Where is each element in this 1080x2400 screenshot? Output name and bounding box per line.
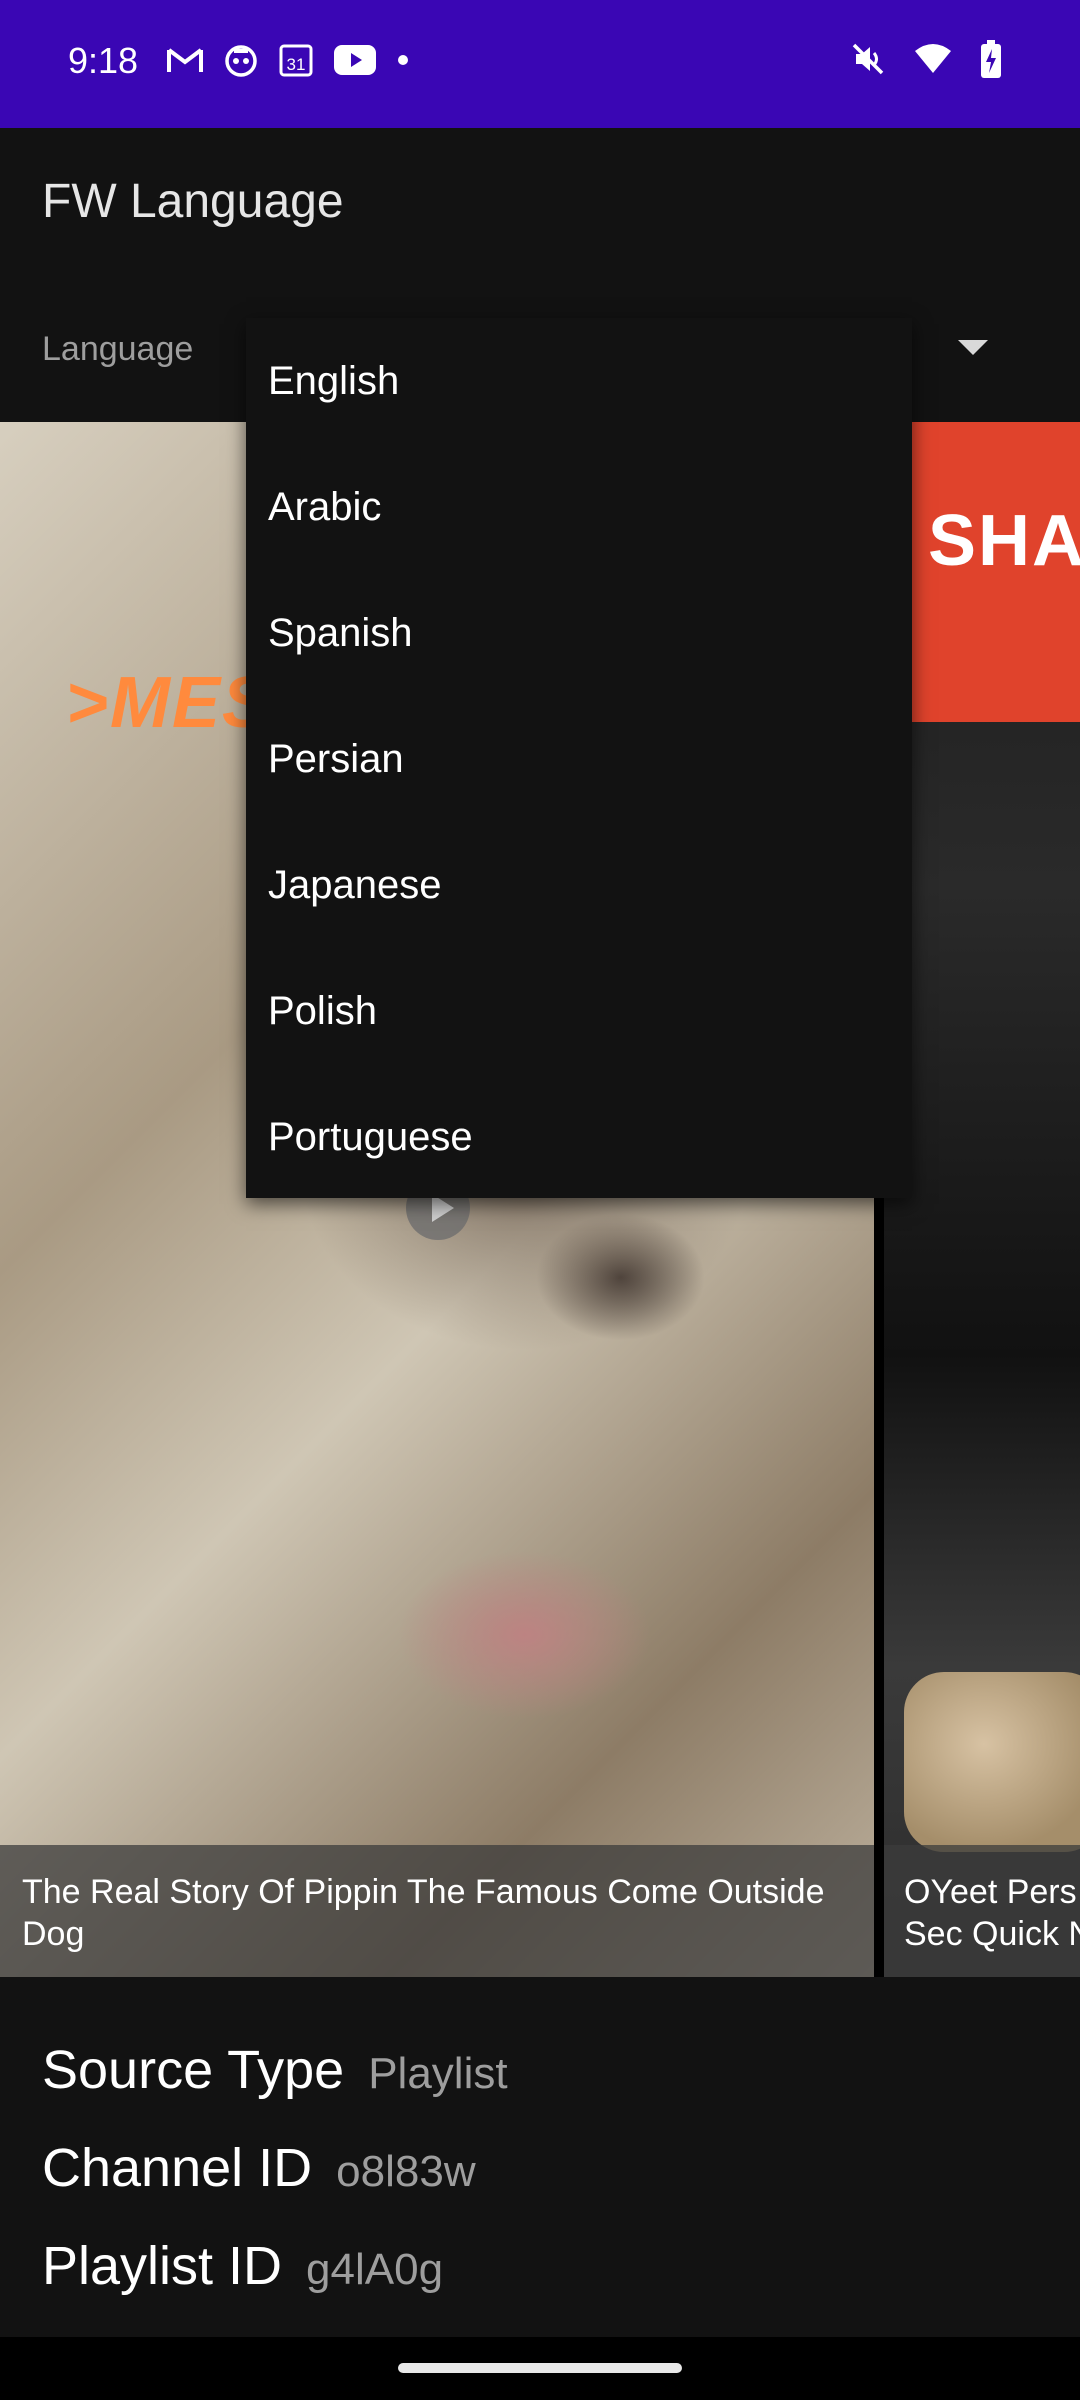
playlist-id-row: Playlist ID g4lA0g [42, 2235, 443, 2297]
calendar-icon: 31 [278, 42, 314, 78]
system-icons [850, 40, 1002, 78]
video-thumbnail-object [904, 1672, 1080, 1852]
dropdown-option-english[interactable]: English [246, 318, 912, 444]
language-label: Language [42, 330, 194, 368]
svg-text:31: 31 [287, 55, 306, 74]
source-type-label: Source Type [42, 2040, 345, 2100]
dropdown-option-arabic[interactable]: Arabic [246, 444, 912, 570]
navigation-bar [0, 2337, 1080, 2400]
playlist-id-value: g4lA0g [306, 2245, 444, 2294]
dropdown-option-japanese[interactable]: Japanese [246, 822, 912, 948]
status-time: 9:18 [68, 40, 139, 81]
youtube-icon [334, 45, 376, 75]
video-thumbnail-banner: SHAK [884, 422, 1080, 722]
home-gesture-handle[interactable] [398, 2363, 682, 2373]
playlist-id-label: Playlist ID [42, 2236, 283, 2296]
battery-charging-icon [980, 40, 1002, 78]
bot-icon [224, 43, 258, 77]
app-bar: FW Language [0, 128, 1080, 278]
status-bar: 9:18 31 [0, 0, 1080, 128]
dropdown-option-portuguese[interactable]: Portuguese [246, 1074, 912, 1200]
channel-id-value: o8l83w [336, 2147, 476, 2196]
language-dropdown-menu[interactable]: English Arabic Spanish Persian Japanese … [246, 318, 912, 1198]
video-thumbnail-text: SHAK [928, 501, 1080, 581]
dot-icon [396, 53, 410, 67]
dropdown-arrow-icon[interactable] [958, 340, 988, 355]
notification-icons: 31 [166, 42, 410, 78]
mute-icon [850, 41, 886, 77]
dropdown-option-spanish[interactable]: Spanish [246, 570, 912, 696]
channel-id-row: Channel ID o8l83w [42, 2137, 476, 2199]
video-caption: OYeet Pers Sec Quick N [884, 1845, 1080, 1977]
source-type-value: Playlist [368, 2049, 508, 2098]
source-info: Source Type Playlist Channel ID o8l83w P… [0, 1977, 1080, 2337]
video-title: OYeet Pers Sec Quick N [904, 1873, 1080, 1953]
wifi-icon [914, 43, 952, 75]
channel-id-label: Channel ID [42, 2138, 313, 2198]
source-type-row: Source Type Playlist [42, 2039, 508, 2101]
dropdown-option-polish[interactable]: Polish [246, 948, 912, 1074]
video-card[interactable]: SHAK OYeet Pers Sec Quick N [884, 422, 1080, 1977]
app-title: FW Language [42, 175, 344, 228]
video-thumbnail-text: >MES [66, 663, 273, 743]
video-title: The Real Story Of Pippin The Famous Come… [22, 1873, 825, 1953]
dropdown-option-persian[interactable]: Persian [246, 696, 912, 822]
video-caption: The Real Story Of Pippin The Famous Come… [0, 1845, 874, 1977]
gmail-icon [166, 46, 204, 74]
